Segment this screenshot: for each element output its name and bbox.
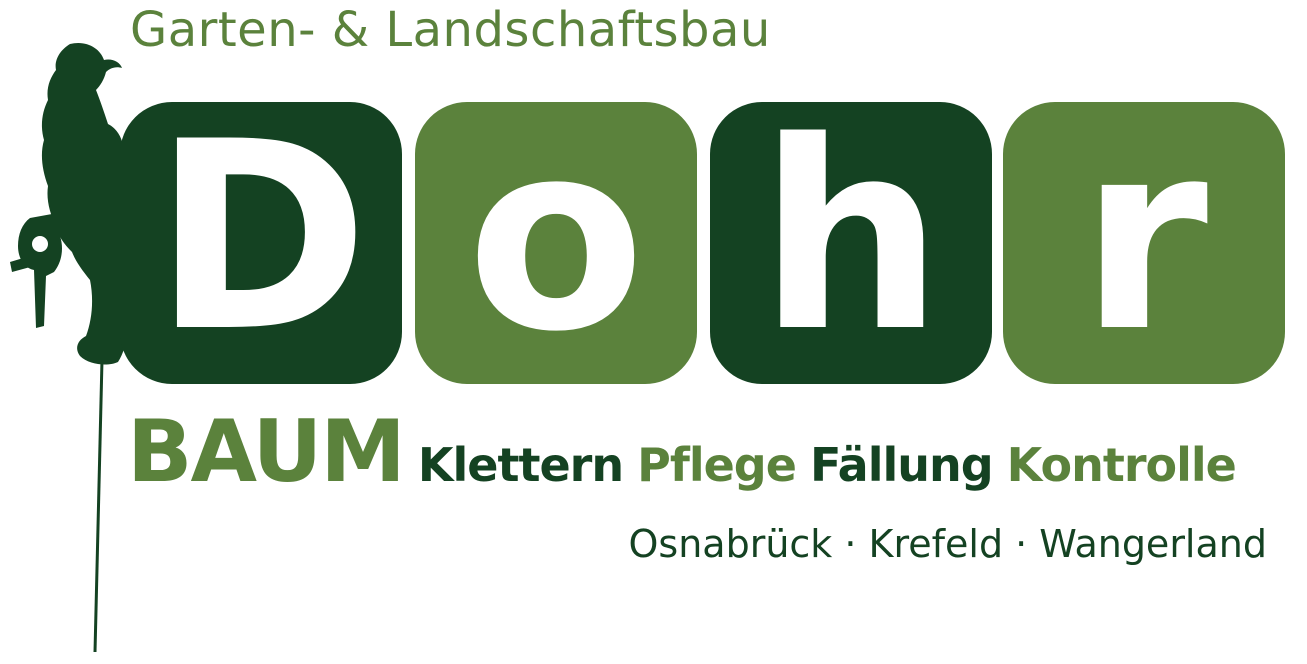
locations-line: Osnabrück · Krefeld · Wangerland	[628, 522, 1268, 566]
logo-tile-h: h	[710, 102, 992, 384]
service-kontrolle: Kontrolle	[1006, 438, 1237, 492]
logo-letter-r: r	[1079, 87, 1209, 389]
logo-tile-d: D	[120, 102, 402, 384]
logo-letter-d: D	[153, 87, 369, 389]
logo-tile-r: r	[1003, 102, 1285, 384]
logo-tile-o: o	[415, 102, 697, 384]
tree-climber-silhouette-icon	[10, 42, 129, 653]
service-faellung: Fällung	[809, 438, 994, 492]
service-klettern: Klettern	[417, 438, 624, 492]
service-pflege: Pflege	[637, 438, 797, 492]
services-line: BAUM Klettern Pflege Fällung Kontrolle	[127, 402, 1250, 502]
service-lead: BAUM	[127, 402, 406, 502]
tagline: Garten- & Landschaftsbau	[130, 2, 771, 58]
logo-letter-o: o	[466, 87, 646, 389]
logo-letter-h: h	[758, 87, 944, 389]
